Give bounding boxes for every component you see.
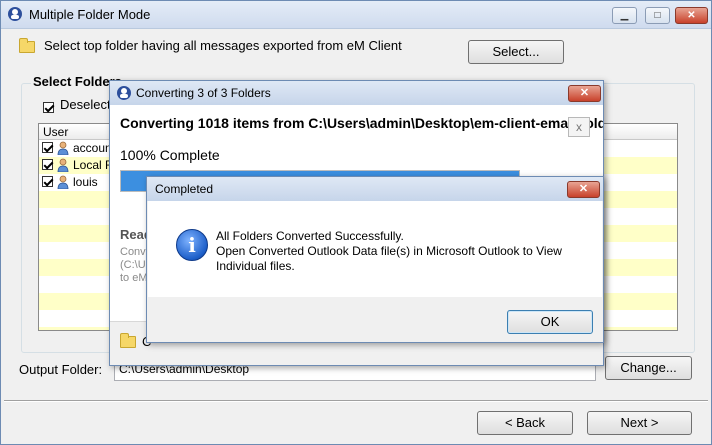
- app-icon: [8, 7, 22, 21]
- completed-dialog: Completed ✕ i All Folders Converted Succ…: [146, 176, 604, 343]
- message-line: Open Converted Outlook Data file(s) in M…: [216, 244, 562, 258]
- select-folder-row: Select top folder having all messages ex…: [19, 38, 402, 56]
- window-title: Multiple Folder Mode: [29, 7, 151, 22]
- completed-close-button[interactable]: ✕: [567, 181, 600, 198]
- completed-message: All Folders Converted Successfully. Open…: [216, 229, 562, 274]
- folder-icon: [19, 38, 35, 53]
- divider: [4, 400, 708, 402]
- cancel-icon[interactable]: x: [568, 117, 590, 137]
- message-line: All Folders Converted Successfully.: [216, 229, 404, 243]
- row-checkbox[interactable]: [42, 142, 53, 153]
- change-button[interactable]: Change...: [605, 356, 692, 380]
- checkbox[interactable]: [43, 102, 54, 114]
- completed-content: i All Folders Converted Successfully. Op…: [148, 201, 602, 297]
- row-checkbox[interactable]: [42, 176, 53, 187]
- converting-title-bar: Converting 3 of 3 Folders ✕: [110, 81, 603, 105]
- select-button[interactable]: Select...: [468, 40, 564, 64]
- select-folder-text: Select top folder having all messages ex…: [44, 38, 402, 53]
- converting-heading: Converting 1018 items from C:\Users\admi…: [120, 115, 604, 131]
- deselect-all-checkbox[interactable]: Deselect All: [43, 97, 128, 114]
- completed-title-bar: Completed ✕: [147, 177, 603, 201]
- user-icon: [57, 141, 69, 155]
- app-icon: [117, 86, 131, 100]
- title-bar: Multiple Folder Mode ▁ □ ✕: [1, 1, 711, 29]
- user-icon: [57, 158, 69, 172]
- folder-icon: [120, 333, 136, 348]
- completed-title: Completed: [155, 182, 214, 196]
- close-button[interactable]: ✕: [675, 7, 708, 24]
- minimize-button[interactable]: ▁: [612, 7, 637, 24]
- converting-close-button[interactable]: ✕: [568, 85, 601, 102]
- percent-complete: 100% Complete: [120, 147, 220, 163]
- user-icon: [57, 175, 69, 189]
- maximize-button[interactable]: □: [645, 7, 670, 24]
- info-icon: i: [176, 229, 208, 261]
- back-button[interactable]: < Back: [477, 411, 573, 435]
- row-checkbox[interactable]: [42, 159, 53, 170]
- message-line: Individual files.: [216, 259, 295, 273]
- row-name: louis: [73, 175, 98, 189]
- ok-button[interactable]: OK: [507, 310, 593, 334]
- output-folder-label: Output Folder:: [19, 362, 103, 377]
- next-button[interactable]: Next >: [587, 411, 692, 435]
- converting-title: Converting 3 of 3 Folders: [136, 86, 271, 100]
